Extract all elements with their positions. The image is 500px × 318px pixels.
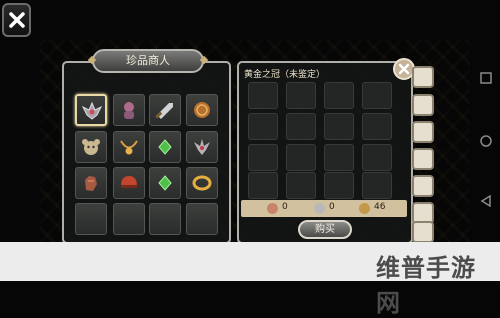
close-icon xyxy=(9,12,25,28)
gauntlet-icon xyxy=(85,176,97,191)
item-slot-sword[interactable] xyxy=(149,94,181,126)
item-slot-gold-ring[interactable] xyxy=(186,167,218,199)
item-detail-title: 黄金之冠（未鉴定） xyxy=(244,70,326,80)
background-slot xyxy=(248,82,278,109)
item-slot-beast-head[interactable] xyxy=(75,131,107,163)
silver-coin-icon xyxy=(314,203,325,214)
bag-tab-4[interactable] xyxy=(412,148,434,170)
green-gem-icon xyxy=(158,139,172,155)
close-icon xyxy=(398,63,410,75)
winged-charm-icon xyxy=(194,139,210,155)
green-gem-icon xyxy=(158,175,172,191)
merchant-title: 珍品商人 xyxy=(92,49,204,73)
watermark-text: 维普手游网 xyxy=(376,254,476,317)
empty-slot[interactable] xyxy=(75,203,107,235)
helmet-icon xyxy=(121,176,137,188)
item-slot-bat-charm[interactable] xyxy=(75,94,107,126)
copper-amount: 0 xyxy=(282,202,288,212)
buy-button[interactable]: 购买 xyxy=(298,220,352,239)
home-icon[interactable] xyxy=(480,135,492,147)
background-slot xyxy=(362,144,392,171)
amulet-chain-icon xyxy=(120,140,138,155)
bag-tab-3[interactable] xyxy=(412,121,434,143)
item-slot-winged-charm[interactable] xyxy=(186,131,218,163)
copper-coin-icon xyxy=(267,203,278,214)
bat-charm-icon xyxy=(81,101,103,120)
currency-bar: 0 0 46 xyxy=(241,200,407,217)
item-slot-green-gem-2[interactable] xyxy=(149,167,181,199)
background-slot xyxy=(324,82,354,109)
background-slot xyxy=(248,113,278,140)
sword-icon xyxy=(155,103,173,119)
item-slot-helmet[interactable] xyxy=(113,167,145,199)
background-slot xyxy=(362,113,392,140)
background-slot xyxy=(286,172,316,199)
empty-slot[interactable] xyxy=(113,203,145,235)
beast-head-icon xyxy=(82,139,100,155)
item-slot-green-gem[interactable] xyxy=(149,131,181,163)
recent-apps-icon[interactable] xyxy=(480,72,492,84)
background-slot xyxy=(362,82,392,109)
background-slot xyxy=(248,172,278,199)
bag-tab-7[interactable] xyxy=(412,221,434,243)
background-slot xyxy=(324,144,354,171)
empty-slot[interactable] xyxy=(149,203,181,235)
back-icon[interactable] xyxy=(480,195,492,207)
background-slot xyxy=(286,82,316,109)
gold-ring-icon xyxy=(192,175,212,191)
item-slot-amulet-chain[interactable] xyxy=(113,131,145,163)
creature-figurine-icon xyxy=(124,102,134,119)
item-slot-orb[interactable] xyxy=(186,94,218,126)
item-slot-gauntlet[interactable] xyxy=(75,167,107,199)
empty-slot[interactable] xyxy=(186,203,218,235)
bag-tab-5[interactable] xyxy=(412,175,434,197)
silver-amount: 0 xyxy=(329,202,335,212)
background-slot xyxy=(248,144,278,171)
gold-coin-icon xyxy=(359,203,370,214)
bag-tab-2[interactable] xyxy=(412,94,434,116)
background-slot xyxy=(324,113,354,140)
gold-amount: 46 xyxy=(374,202,386,212)
item-slot-creature-figurine[interactable] xyxy=(113,94,145,126)
orb-icon xyxy=(194,102,210,118)
background-slot xyxy=(362,172,392,199)
close-button[interactable] xyxy=(2,3,31,37)
bag-tab-1[interactable] xyxy=(412,66,434,88)
background-slot xyxy=(286,113,316,140)
background-slot xyxy=(324,172,354,199)
background-slot xyxy=(286,144,316,171)
